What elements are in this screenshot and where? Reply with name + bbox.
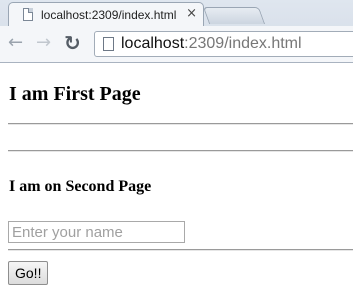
name-input[interactable] bbox=[8, 221, 185, 243]
page-icon bbox=[23, 8, 33, 21]
browser-toolbar: ← → ↻ localhost:2309/index.html bbox=[0, 26, 353, 62]
tab-title: localhost:2309/index.html bbox=[41, 8, 177, 22]
reload-icon[interactable]: ↻ bbox=[64, 31, 81, 55]
page-content: I am First Page I am on Second Page Go!! bbox=[0, 63, 353, 301]
horizontal-rule bbox=[8, 249, 353, 251]
page-icon bbox=[103, 37, 114, 51]
address-text[interactable]: localhost:2309/index.html bbox=[121, 35, 302, 53]
close-icon[interactable]: × bbox=[186, 6, 197, 21]
page-title-second: I am on Second Page bbox=[9, 178, 152, 195]
browser-chrome: localhost:2309/index.html × ← → ↻ localh… bbox=[0, 0, 353, 63]
horizontal-rule bbox=[8, 123, 353, 125]
page-title-first: I am First Page bbox=[9, 83, 141, 105]
browser-tab[interactable]: localhost:2309/index.html × bbox=[8, 2, 204, 26]
go-button[interactable]: Go!! bbox=[8, 261, 49, 285]
address-host: localhost bbox=[121, 35, 185, 52]
forward-arrow-icon[interactable]: → bbox=[36, 31, 51, 55]
back-arrow-icon[interactable]: ← bbox=[8, 31, 23, 55]
tab-strip: localhost:2309/index.html × bbox=[0, 0, 353, 26]
new-tab-button[interactable] bbox=[202, 7, 266, 24]
address-bar[interactable]: localhost:2309/index.html bbox=[94, 31, 353, 57]
address-path: :2309/index.html bbox=[184, 35, 302, 52]
horizontal-rule bbox=[8, 150, 353, 152]
